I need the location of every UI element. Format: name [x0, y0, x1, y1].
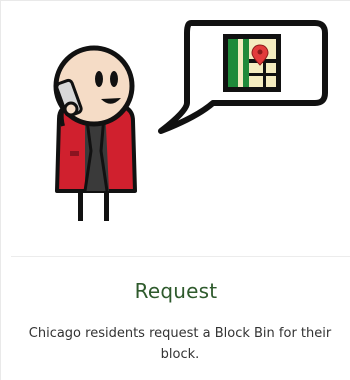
request-illustration — [53, 20, 328, 221]
step-card: Request Chicago residents request a Bloc… — [0, 0, 350, 380]
card-title: Request — [134, 279, 218, 303]
person-on-phone-icon — [53, 45, 137, 221]
card-divider — [11, 256, 350, 257]
card-description: Chicago residents request a Block Bin fo… — [28, 326, 332, 362]
map-pin-icon — [223, 34, 281, 92]
